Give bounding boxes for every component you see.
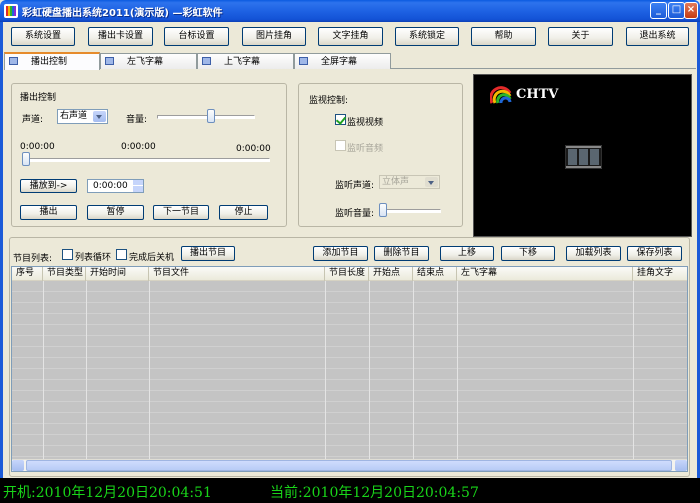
monitor-volume-label: 监听音量: (335, 209, 375, 219)
column-divider (86, 281, 87, 460)
current-time-text: 当前:2010年12月20日20:04:57 (270, 485, 479, 501)
volume-slider-thumb[interactable] (207, 109, 215, 123)
monitor-audio-checkbox[interactable] (335, 140, 346, 151)
column-header[interactable]: 开始点 (369, 267, 413, 281)
seek-time-spinner[interactable]: 0:00:00 (87, 179, 144, 193)
monitor-audio-label: 监听音频 (347, 144, 384, 154)
column-header[interactable]: 挂角文字 (633, 267, 687, 281)
monitor-volume-track[interactable] (379, 209, 441, 213)
about-button[interactable]: 关于 (548, 27, 613, 46)
move-down-button[interactable]: 下移 (501, 246, 555, 261)
film-strip-icon (565, 145, 602, 169)
progress-slider-thumb[interactable] (22, 152, 30, 166)
chtv-logo-text: CHTV (516, 87, 559, 102)
column-divider (149, 281, 150, 460)
channel-select[interactable]: 右声道 (57, 109, 108, 124)
column-header[interactable]: 开始时间 (86, 267, 149, 281)
play-button[interactable]: 播出 (20, 205, 77, 220)
delete-program-button[interactable]: 删除节目 (374, 246, 429, 261)
column-divider (43, 281, 44, 460)
column-divider (325, 281, 326, 460)
video-preview: CHTV (473, 74, 692, 237)
shutdown-after-checkbox[interactable] (116, 249, 127, 260)
table-body[interactable] (12, 281, 687, 460)
rainbow-app-icon (4, 4, 18, 18)
loop-list-checkbox[interactable] (62, 249, 73, 260)
column-header[interactable]: 序号 (12, 267, 43, 281)
column-divider (413, 281, 414, 460)
load-list-button[interactable]: 加载列表 (566, 246, 621, 261)
logo-settings-button[interactable]: 台标设置 (164, 27, 229, 46)
column-divider (633, 281, 634, 460)
tab-page-icon (105, 57, 114, 65)
maximize-button[interactable]: □ (668, 2, 685, 19)
volume-label: 音量: (126, 115, 148, 125)
column-divider (369, 281, 370, 460)
picture-overlay-button[interactable]: 图片挂角 (242, 27, 306, 46)
exit-button[interactable]: 退出系统 (626, 27, 689, 46)
move-up-button[interactable]: 上移 (440, 246, 494, 261)
spin-down-icon[interactable] (133, 186, 143, 192)
save-list-button[interactable]: 保存列表 (627, 246, 682, 261)
shutdown-after-label: 完成后关机 (129, 253, 175, 263)
window-frame-left (0, 22, 3, 478)
window-title: 彩虹硬盘播出系统2011(演示版) —彩虹软件 (22, 8, 223, 19)
progress-slider-track[interactable] (22, 158, 270, 162)
column-header[interactable]: 节目文件 (149, 267, 325, 281)
tab-left-scroll-subtitle[interactable]: 左飞字幕 (100, 53, 197, 69)
seek-to-button[interactable]: 播放到-> (20, 179, 77, 193)
card-settings-button[interactable]: 播出卡设置 (88, 27, 153, 46)
tab-page-icon (9, 57, 18, 65)
column-header[interactable]: 节目长度 (325, 267, 369, 281)
program-table[interactable]: 序号 节目类型 开始时间 节目文件 节目长度 开始点 结束点 左飞字幕 挂角文字 (11, 266, 688, 472)
stop-button[interactable]: 停止 (219, 205, 268, 220)
tab-playback-control[interactable]: 播出控制 (4, 52, 100, 70)
boot-time-text: 开机:2010年12月20日20:04:51 (3, 485, 212, 501)
monitor-video-checkbox[interactable] (335, 114, 346, 125)
add-program-button[interactable]: 添加节目 (313, 246, 368, 261)
chevron-down-icon[interactable] (93, 111, 106, 122)
close-button[interactable]: × (684, 2, 698, 19)
channel-label: 声道: (22, 115, 44, 125)
pause-button[interactable]: 暂停 (87, 205, 144, 220)
tab-fullscreen-subtitle[interactable]: 全屏字幕 (294, 53, 391, 69)
scrollbar-thumb[interactable] (26, 460, 672, 471)
column-divider (457, 281, 458, 460)
program-list-label: 节目列表: (13, 254, 53, 264)
table-header: 序号 节目类型 开始时间 节目文件 节目长度 开始点 结束点 左飞字幕 挂角文字 (12, 267, 687, 281)
monitor-channel-label: 监听声道: (335, 181, 375, 191)
playback-group-title: 播出控制 (20, 93, 57, 103)
column-header[interactable]: 节目类型 (43, 267, 86, 281)
monitor-video-label: 监视视频 (347, 118, 384, 128)
tab-top-scroll-subtitle[interactable]: 上飞字幕 (197, 53, 294, 69)
time-end: 0:00:00 (236, 144, 271, 154)
scroll-right-icon[interactable] (675, 460, 687, 471)
rainbow-logo-icon (490, 86, 512, 104)
column-header[interactable]: 结束点 (413, 267, 457, 281)
volume-slider-track[interactable] (157, 115, 255, 119)
time-current: 0:00:00 (121, 142, 156, 152)
monitor-group-title: 监视控制: (309, 96, 349, 106)
time-start: 0:00:00 (20, 142, 55, 152)
scroll-left-icon[interactable] (12, 460, 24, 471)
monitor-channel-select[interactable]: 立体声 (379, 175, 440, 189)
help-button[interactable]: 帮助 (471, 27, 536, 46)
system-settings-button[interactable]: 系统设置 (11, 27, 75, 46)
next-program-button[interactable]: 下一节目 (153, 205, 209, 220)
system-lock-button[interactable]: 系统锁定 (395, 27, 459, 46)
playout-program-button[interactable]: 播出节目 (181, 246, 235, 261)
column-header[interactable]: 左飞字幕 (457, 267, 633, 281)
chevron-down-icon[interactable] (425, 177, 438, 187)
horizontal-scrollbar[interactable] (12, 459, 687, 471)
loop-list-label: 列表循环 (75, 253, 112, 263)
text-overlay-button[interactable]: 文字挂角 (318, 27, 383, 46)
tab-page-icon (202, 57, 211, 65)
minimize-button[interactable]: _ (650, 2, 667, 19)
tab-page-icon (299, 57, 308, 65)
monitor-volume-thumb[interactable] (379, 203, 387, 217)
